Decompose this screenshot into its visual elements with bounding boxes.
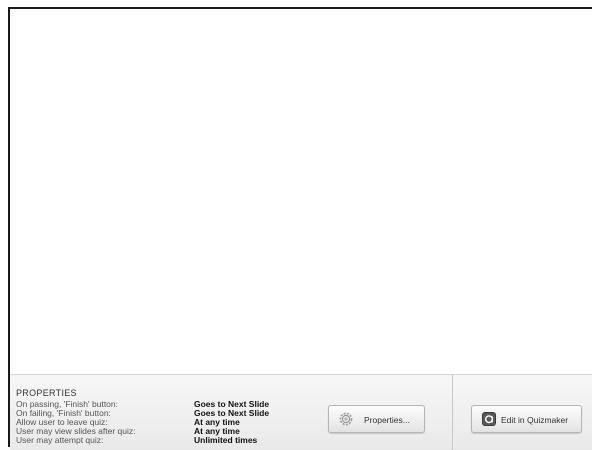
properties-title: PROPERTIES xyxy=(16,388,77,398)
gear-icon xyxy=(339,412,353,426)
slide-stage xyxy=(10,9,592,374)
properties-button[interactable]: Properties... xyxy=(328,405,425,433)
properties-button-label: Properties... xyxy=(364,415,410,425)
property-label: User may attempt quiz: xyxy=(16,435,104,445)
edit-in-quizmaker-button[interactable]: Edit in Quizmaker xyxy=(471,405,582,433)
edit-in-quizmaker-label: Edit in Quizmaker xyxy=(501,415,569,425)
quiz-slide-frame: PROPERTIES On passing, 'Finish' button: … xyxy=(8,7,592,450)
property-value: Unlimited times xyxy=(194,435,258,445)
properties-list: On passing, 'Finish' button: Goes to Nex… xyxy=(16,400,316,450)
panel-divider xyxy=(452,375,453,450)
quizmaker-app-icon xyxy=(482,412,496,426)
properties-panel: PROPERTIES On passing, 'Finish' button: … xyxy=(10,374,592,450)
property-row: User may attempt quiz: Unlimited times xyxy=(16,436,316,445)
